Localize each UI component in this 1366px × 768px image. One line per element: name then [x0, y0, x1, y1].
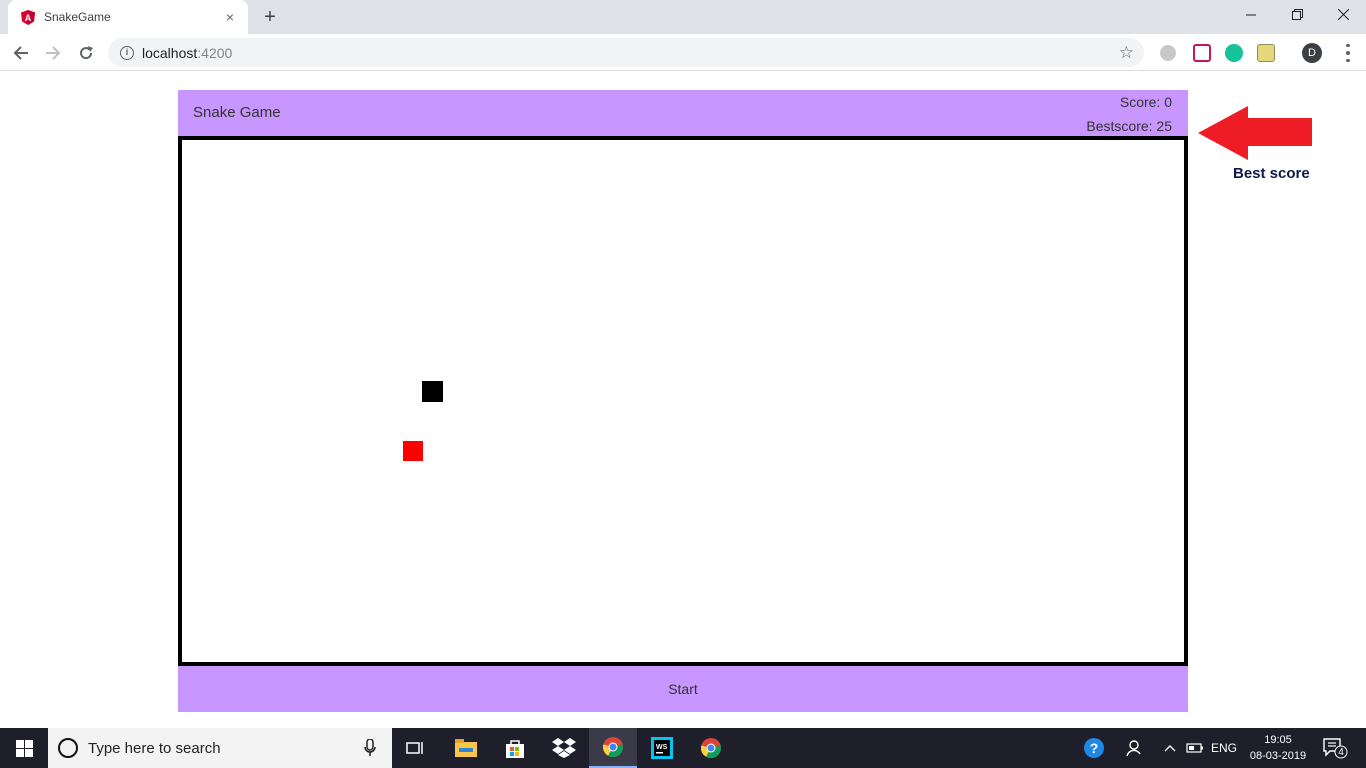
webstorm-icon[interactable]: WS	[638, 728, 686, 768]
forward-button[interactable]	[40, 40, 66, 66]
red-arrow-icon	[1198, 106, 1312, 160]
browser-tab[interactable]: A SnakeGame ×	[8, 0, 248, 34]
restore-button[interactable]	[1274, 0, 1320, 30]
taskbar-search[interactable]: Type here to search	[48, 728, 392, 768]
url-text: localhost:4200	[142, 44, 233, 61]
forward-icon	[46, 46, 61, 60]
new-tab-button[interactable]: +	[258, 6, 282, 28]
minimize-icon	[1246, 14, 1256, 16]
food-item	[403, 441, 423, 461]
svg-text:?: ?	[1090, 740, 1099, 756]
browser-toolbar: i localhost:4200 ☆ D	[0, 34, 1366, 71]
file-explorer-icon[interactable]	[442, 728, 490, 768]
microphone-icon[interactable]	[358, 736, 382, 760]
taskbar-clock[interactable]: 19:05 08-03-2019	[1240, 732, 1316, 764]
address-bar[interactable]: i localhost:4200 ☆	[108, 38, 1144, 67]
back-icon	[13, 46, 28, 60]
profile-avatar[interactable]: D	[1302, 43, 1322, 63]
close-window-button[interactable]	[1320, 0, 1366, 30]
score-label: Score: 0	[1119, 94, 1172, 110]
game-header: Snake Game Score: 0 Bestscore: 25	[178, 90, 1188, 136]
bestscore-label: Bestscore: 25	[1086, 118, 1172, 134]
chevron-up-icon[interactable]	[1160, 728, 1180, 768]
chrome-menu-icon[interactable]	[1338, 42, 1358, 64]
cortana-icon	[58, 738, 78, 758]
clock-date: 08-03-2019	[1249, 750, 1307, 762]
tab-strip: A SnakeGame × +	[0, 0, 1366, 34]
grammarly-extension-icon[interactable]	[1225, 44, 1243, 62]
windows-logo-icon	[15, 739, 33, 757]
start-label: Start	[668, 681, 698, 697]
windows-taskbar: Type here to search WS ? ENG 19:05 08-03…	[0, 728, 1366, 768]
dropbox-icon[interactable]	[540, 728, 588, 768]
language-indicator[interactable]: ENG	[1208, 728, 1240, 768]
star-icon[interactable]: ☆	[1119, 43, 1134, 63]
notification-count: 4	[1338, 747, 1344, 758]
notes-extension-icon[interactable]	[1257, 44, 1275, 62]
help-icon[interactable]: ?	[1080, 728, 1108, 768]
microsoft-store-icon[interactable]	[491, 728, 539, 768]
pocket-extension-icon[interactable]	[1193, 44, 1211, 62]
back-button[interactable]	[8, 40, 34, 66]
best-score-annotation: Best score	[1233, 165, 1310, 182]
tab-close-icon[interactable]: ×	[222, 9, 238, 25]
snake-segment	[422, 381, 443, 402]
minimize-button[interactable]	[1228, 0, 1274, 30]
game-title: Snake Game	[193, 104, 281, 121]
task-view-icon[interactable]	[392, 728, 440, 768]
battery-icon[interactable]	[1184, 728, 1206, 768]
svg-text:A: A	[25, 13, 32, 23]
angular-favicon-icon: A	[20, 9, 36, 25]
extension-circle-icon[interactable]	[1160, 45, 1176, 61]
info-icon[interactable]: i	[120, 45, 134, 60]
chrome-taskbar-icon[interactable]	[589, 728, 637, 768]
game-board[interactable]	[178, 136, 1188, 666]
action-center-icon[interactable]: 4	[1322, 736, 1348, 760]
reload-button[interactable]	[73, 40, 99, 66]
windows-start-button[interactable]	[0, 728, 48, 768]
people-icon[interactable]	[1122, 728, 1148, 768]
close-icon	[1337, 8, 1349, 21]
start-button[interactable]: Start	[178, 666, 1188, 712]
search-placeholder: Type here to search	[88, 739, 221, 757]
restore-icon	[1291, 9, 1303, 20]
svg-text:WS: WS	[656, 744, 668, 751]
reload-icon	[80, 46, 93, 60]
clock-time: 19:05	[1264, 734, 1292, 746]
tab-title: SnakeGame	[44, 10, 111, 24]
chrome-taskbar-icon-2[interactable]	[687, 728, 735, 768]
